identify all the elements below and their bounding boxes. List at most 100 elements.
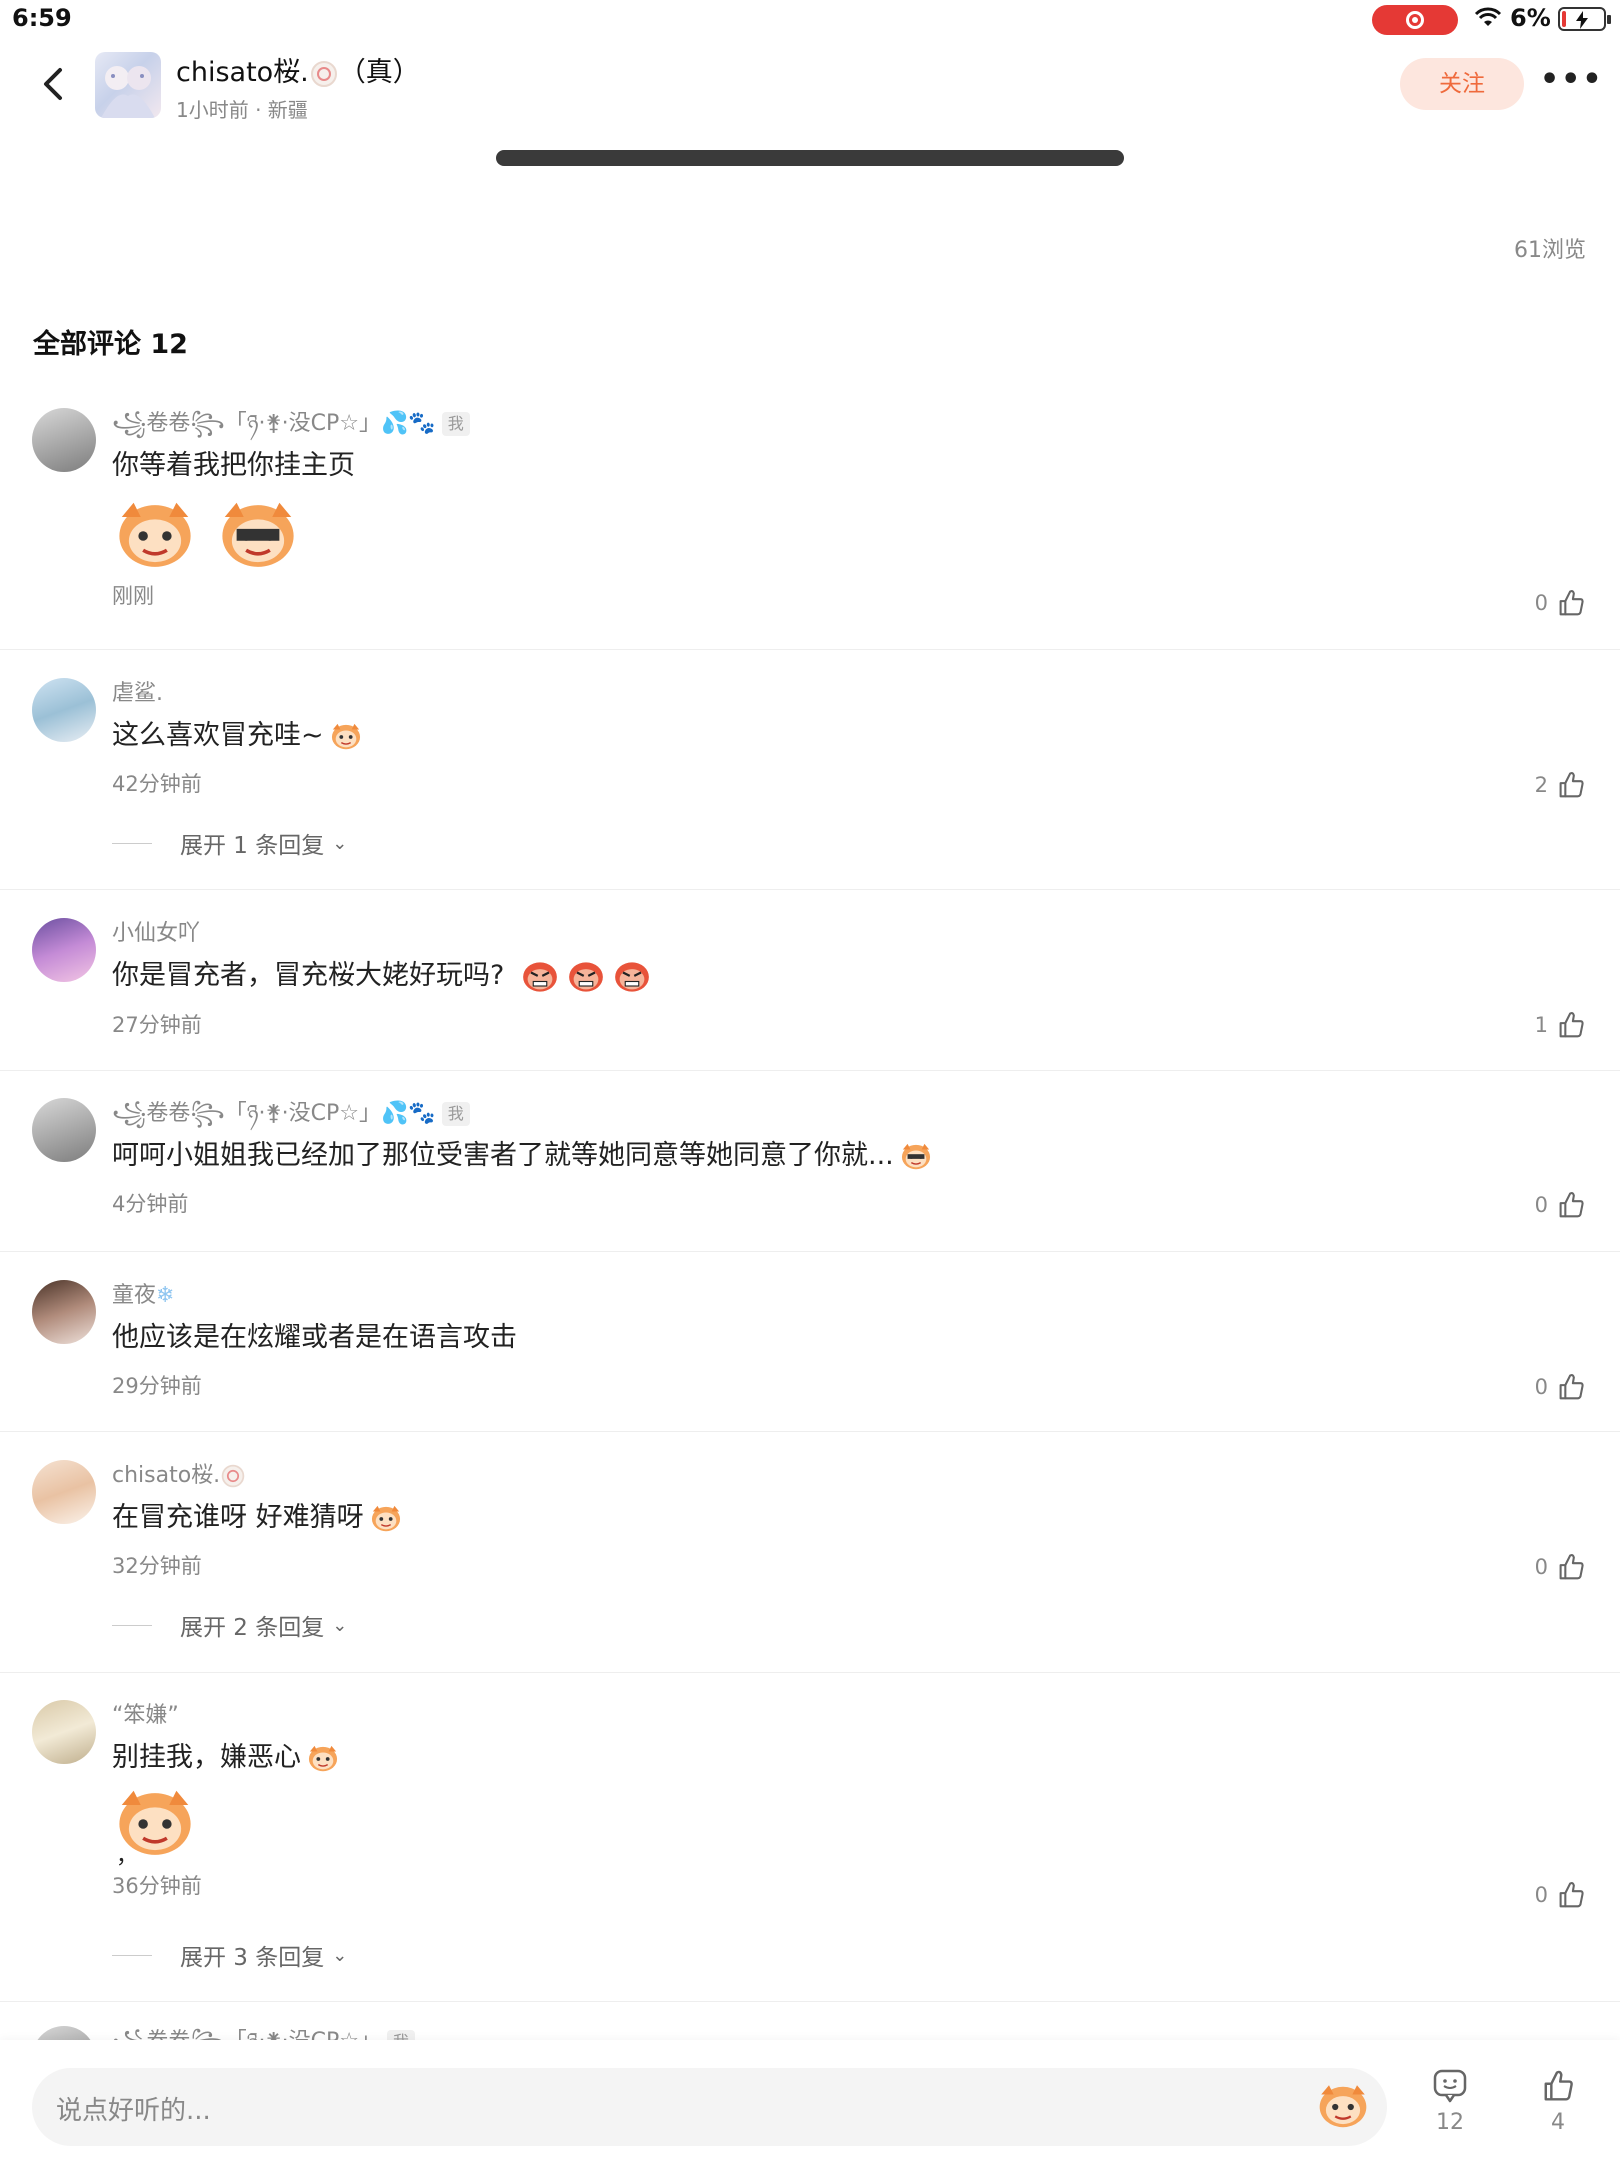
sticker-row: ， (112, 1786, 1590, 1869)
like-button[interactable]: 0 (1535, 1370, 1588, 1404)
expand-replies-button[interactable]: 展开 3 条回复 ⌄ (112, 1938, 347, 1972)
commenter-name[interactable]: ꧁卷卷꧂「ཉ·⚵·没CP☆」💦🐾 我 (112, 408, 1590, 440)
comment-text: 别挂我，嫌恶心 (112, 1740, 1590, 1776)
thumb-up-icon (1544, 2070, 1573, 2101)
commenter-name[interactable]: ꧁卷卷꧂「ཉ·⚵·没CP☆」💦🐾 我 (112, 1098, 1590, 1130)
like-count: 0 (1534, 1555, 1548, 1579)
like-button[interactable]: 2 (1535, 768, 1588, 802)
like-button[interactable]: 1 (1535, 1008, 1588, 1042)
comment-count: 12 (1436, 2110, 1464, 2135)
like-count: 0 (1534, 1193, 1548, 1217)
like-button[interactable]: 0 (1535, 586, 1588, 620)
wifi-icon (1474, 6, 1502, 36)
commenter-name[interactable]: “笨嫌” (112, 1700, 1590, 1732)
commenter-avatar[interactable] (32, 2026, 96, 2040)
comment-extra-text: ， (116, 1844, 139, 1869)
commenter-name[interactable]: 虐鲨. (112, 678, 1590, 710)
follow-button[interactable]: 关注 (1400, 58, 1524, 110)
thumb-up-icon (1559, 589, 1584, 616)
thumb-up-icon (1559, 1881, 1584, 1908)
expand-replies-button[interactable]: 展开 1 条回复 ⌄ (112, 826, 347, 860)
sticker-row (112, 498, 1590, 578)
status-time: 6:59 (12, 4, 72, 32)
comment-time: 32分钟前 (112, 1554, 202, 1578)
comment-time: 29分钟前 (112, 1374, 202, 1398)
post-like-button[interactable]: 4 (1528, 2066, 1588, 2135)
comments-button[interactable]: 12 (1420, 2066, 1480, 2135)
thumb-up-icon (1559, 1011, 1584, 1038)
comment-text: 你等着我把你挂主页 (112, 450, 355, 481)
comments-title: 全部评论 12 (33, 329, 188, 360)
thumb-up-icon (1559, 1553, 1584, 1580)
cake-emoji-icon (220, 1463, 246, 1489)
cat-emoji-icon (330, 722, 361, 750)
divider (0, 2001, 1620, 2002)
author-name[interactable]: chisato桜. （真） (176, 50, 420, 89)
content-placeholder-bar (496, 150, 1124, 166)
chevron-left-icon (44, 68, 62, 100)
like-count: 2 (1534, 773, 1548, 797)
comment-time: 刚刚 (112, 584, 154, 608)
like-count: 0 (1534, 1883, 1548, 1907)
expand-replies-button[interactable]: 展开 2 条回复 ⌄ (112, 1608, 347, 1642)
commenter-avatar[interactable] (32, 678, 96, 742)
comment-input[interactable]: 说点好听的... (32, 2068, 1387, 2146)
comment-text: 在冒充谁呀 好难猜呀 (112, 1500, 1590, 1536)
comment-bubble-icon (1433, 2069, 1467, 2103)
like-count: 1 (1534, 1013, 1548, 1037)
divider (0, 649, 1620, 650)
status-bar: 6:59 6% (0, 0, 1620, 40)
comment-time: 36分钟前 (112, 1874, 202, 1898)
chevron-down-icon: ⌄ (332, 1944, 348, 1966)
comment-item: ꧁卷卷꧂「ཉ·⚵·没CP☆」我 (0, 2026, 1620, 2040)
cat-sticker-icon (220, 500, 296, 569)
commenter-avatar[interactable] (32, 1460, 96, 1524)
commenter-avatar[interactable] (32, 1700, 96, 1764)
me-tag: 我 (386, 2030, 415, 2040)
cake-emoji-icon (309, 59, 339, 89)
divider (0, 1251, 1620, 1252)
comment-time: 42分钟前 (112, 772, 202, 796)
commenter-name[interactable]: chisato桜. (112, 1460, 1590, 1492)
like-button[interactable]: 0 (1535, 1188, 1588, 1222)
commenter-avatar[interactable] (32, 1280, 96, 1344)
cat-emoji-icon (900, 1142, 931, 1170)
post-meta: 1小时前 · 新疆 (176, 98, 308, 122)
emoji-picker-icon[interactable] (1315, 2082, 1371, 2132)
comment-text: 他应该是在炫耀或者是在语言攻击 (112, 1322, 517, 1353)
comment-text: 你是冒充者，冒充桜大姥好玩吗? (112, 958, 1590, 995)
angry-emoji-icon (522, 960, 559, 993)
thumb-up-icon (1559, 1373, 1584, 1400)
commenter-name[interactable]: ꧁卷卷꧂「ཉ·⚵·没CP☆」我 (112, 2026, 1590, 2040)
back-button[interactable] (36, 62, 72, 106)
angry-emoji-icon (568, 960, 605, 993)
divider (0, 889, 1620, 890)
me-tag: 我 (441, 1102, 470, 1126)
thumb-up-icon (1559, 1191, 1584, 1218)
grin-emoji-icon (370, 1504, 401, 1532)
like-count: 0 (1534, 1375, 1548, 1399)
me-tag: 我 (441, 412, 470, 436)
commenter-name[interactable]: 童夜❄ (112, 1280, 1590, 1312)
bottom-bar: 说点好听的... 12 4 (0, 2040, 1620, 2160)
post-like-count: 4 (1551, 2110, 1565, 2135)
view-count: 61浏览 (1514, 238, 1586, 263)
cat-emoji-icon (308, 1744, 338, 1772)
more-options-button[interactable]: ••• (1540, 65, 1602, 98)
commenter-avatar[interactable] (32, 408, 96, 472)
divider (0, 1672, 1620, 1673)
comment-text: 这么喜欢冒充哇~ (112, 718, 1590, 754)
author-avatar[interactable] (95, 52, 161, 118)
commenter-name[interactable]: 小仙女吖 (112, 918, 1590, 950)
comment-text: 呵呵小姐姐我已经加了那位受害者了就等她同意等她同意了你就... (112, 1138, 1590, 1174)
like-button[interactable]: 0 (1535, 1550, 1588, 1584)
commenter-avatar[interactable] (32, 1098, 96, 1162)
cat-sticker-icon (117, 500, 193, 569)
divider (0, 1431, 1620, 1432)
snowflake-icon: ❄ (156, 1283, 175, 1308)
comment-time: 27分钟前 (112, 1012, 202, 1037)
battery-percent: 6% (1510, 4, 1551, 32)
chevron-down-icon: ⌄ (332, 832, 348, 854)
like-button[interactable]: 0 (1535, 1878, 1588, 1912)
commenter-avatar[interactable] (32, 918, 96, 982)
